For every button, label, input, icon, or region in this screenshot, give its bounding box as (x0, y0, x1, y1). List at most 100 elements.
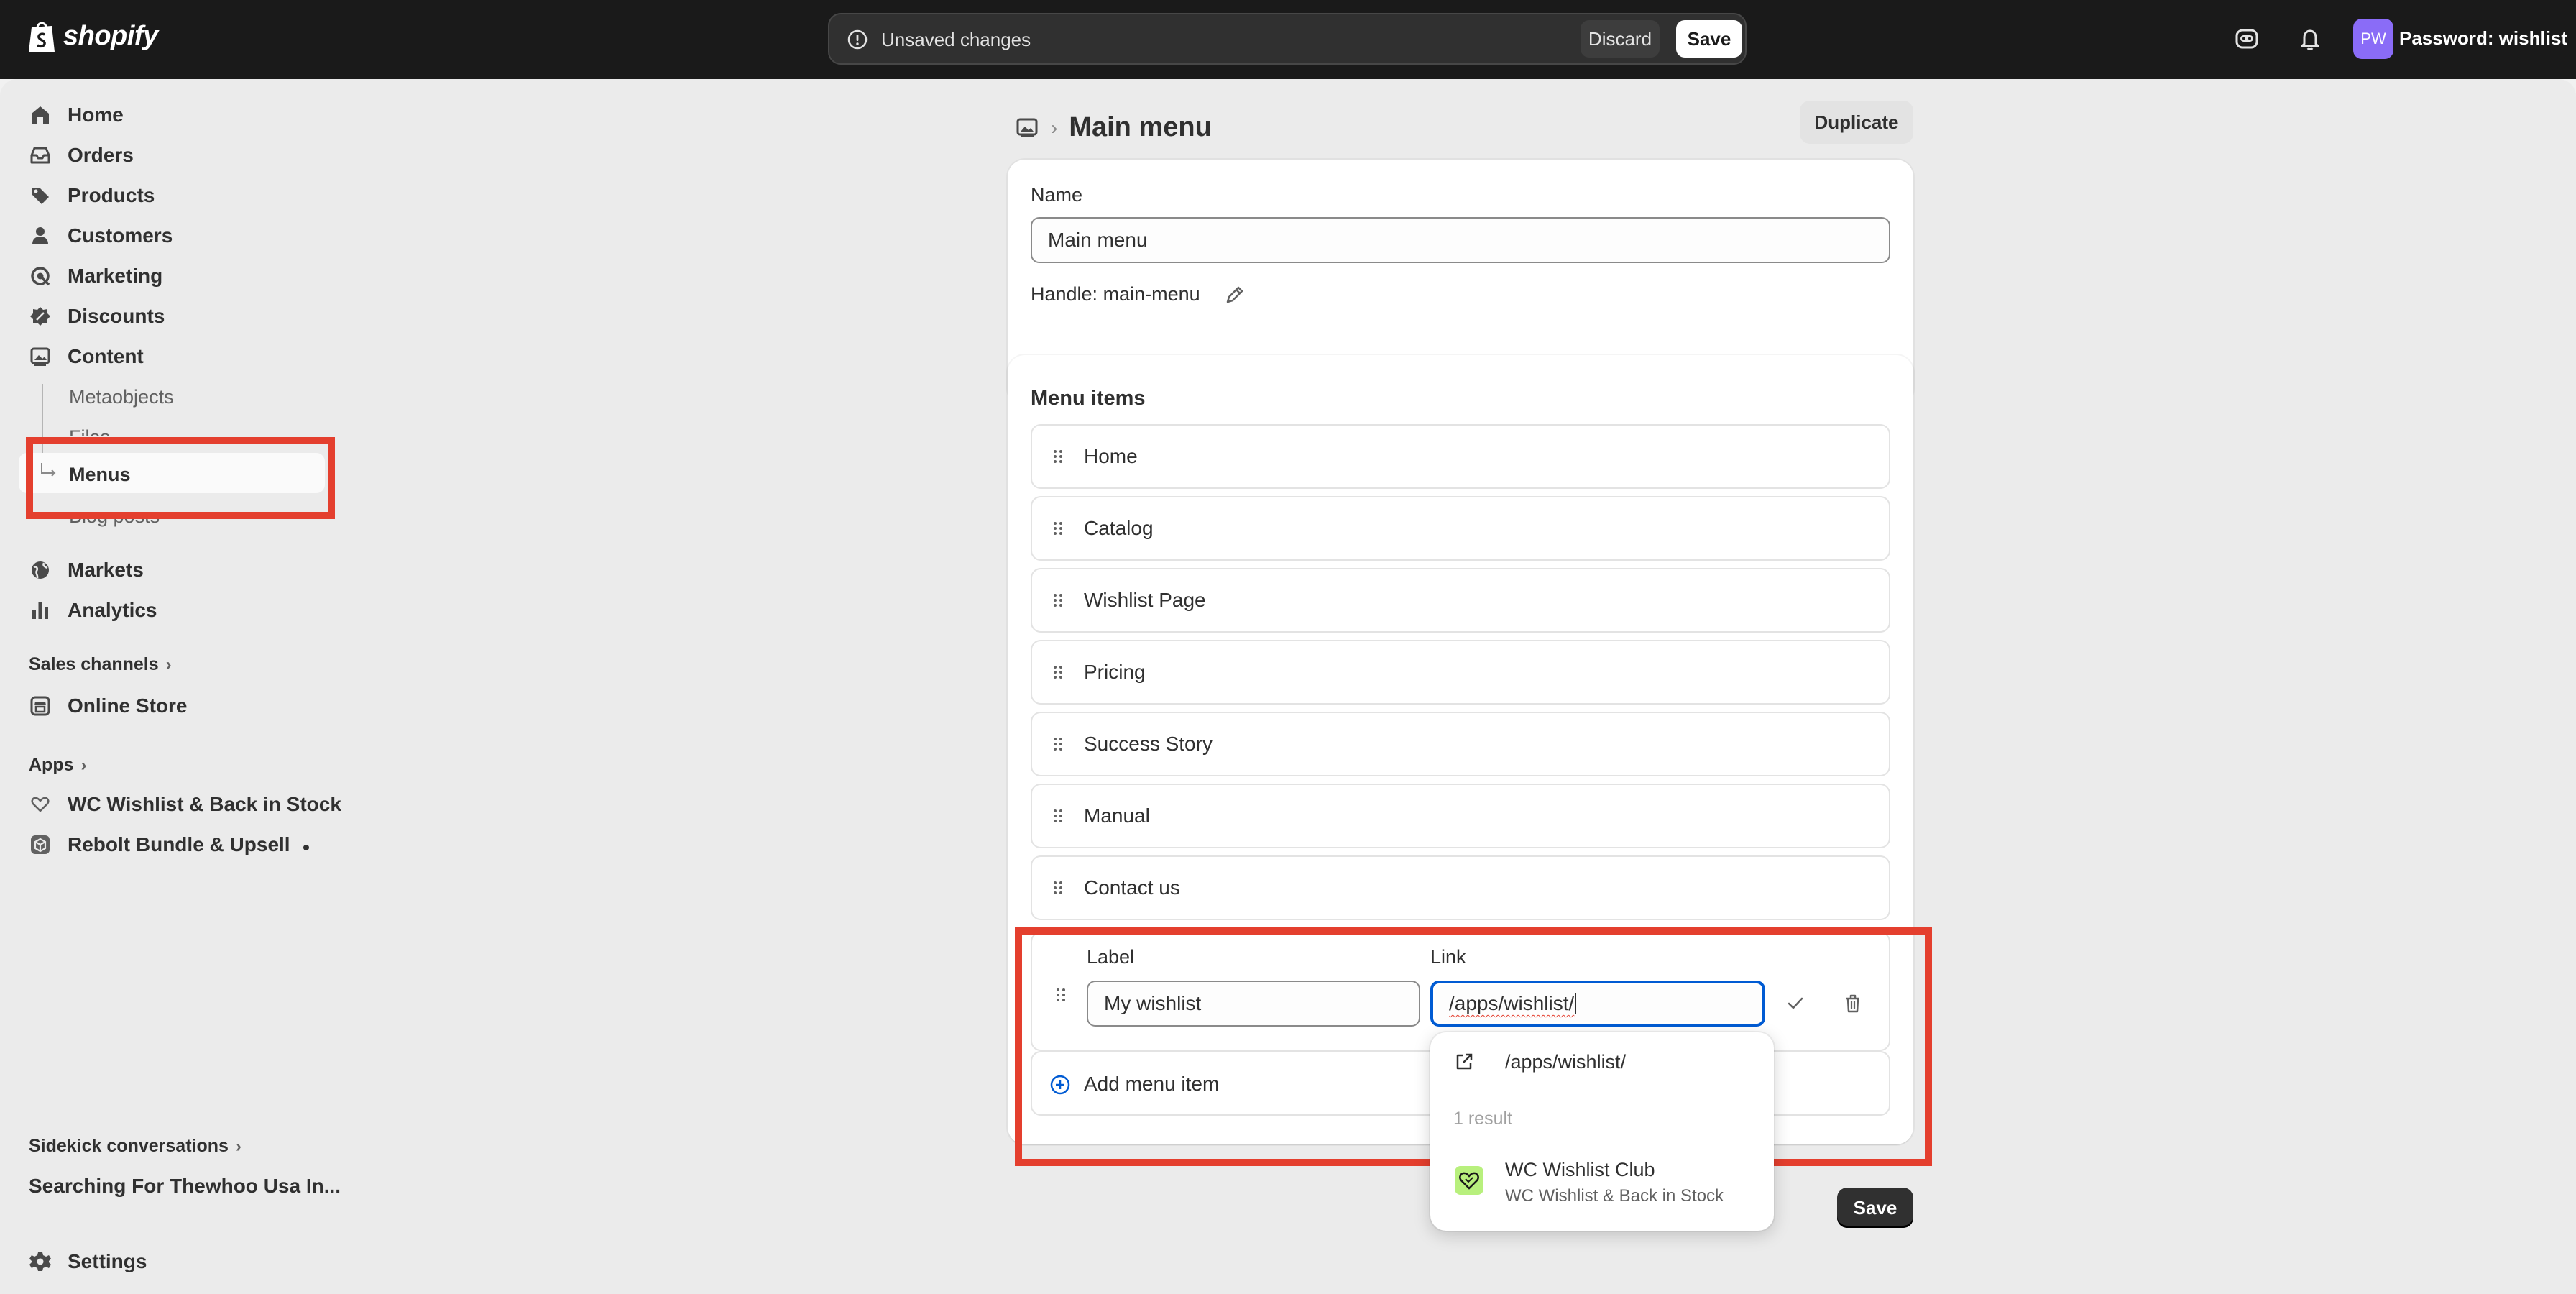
menu-item-label: Home (1084, 445, 1138, 467)
heart-icon (31, 795, 50, 814)
result-subtitle: WC Wishlist & Back in Stock (1505, 1186, 1724, 1206)
sidebar-item-label: Products (68, 184, 155, 206)
sidebar-item-label: Markets (68, 559, 144, 581)
sidebar-item-label: Home (68, 104, 124, 126)
apps-label: Apps (29, 755, 74, 775)
sidebar-app-label: WC Wishlist & Back in Stock (68, 793, 341, 815)
menu-content-icon[interactable] (1015, 116, 1039, 140)
top-bar: shopify Unsaved changes Discard Save PW … (0, 0, 2576, 79)
shopify-bag-icon (29, 22, 55, 52)
apps-heading[interactable]: Apps › (29, 755, 87, 776)
sidebar-item-label: Online Store (68, 694, 188, 717)
image-icon (30, 347, 50, 366)
sidebar-sub-metaobjects[interactable]: Metaobjects (69, 386, 174, 408)
menu-item-row[interactable]: Contact us (1031, 855, 1890, 920)
store-name[interactable]: Password: wishlist (2399, 27, 2567, 50)
bell-icon[interactable] (2296, 24, 2324, 53)
sidekick-conversations-heading[interactable]: Sidekick conversations › (29, 1136, 242, 1157)
menu-item-label: Success Story (1084, 733, 1213, 755)
home-icon (32, 106, 49, 124)
drag-handle-icon[interactable] (1051, 592, 1065, 609)
sidebar-app-label: Rebolt Bundle & Upsell (68, 833, 290, 855)
name-label: Name (1031, 184, 1083, 206)
sidebar-item-marketing[interactable]: Marketing (29, 258, 162, 294)
result-item-wc-wishlist-club[interactable]: WC Wishlist Club WC Wishlist & Back in S… (1435, 1150, 1770, 1222)
save-button[interactable]: Save (1676, 20, 1742, 58)
sidekick-icon[interactable] (2232, 24, 2261, 53)
sidekick-conversations-label: Sidekick conversations (29, 1136, 229, 1156)
result-title: WC Wishlist Club (1505, 1159, 1655, 1180)
sidebar-item-online-store[interactable]: Online Store (29, 688, 187, 724)
sidebar-item-label: Discounts (68, 305, 165, 327)
menu-item-label: Pricing (1084, 661, 1146, 683)
unsaved-changes-bar: Unsaved changes Discard Save (828, 13, 1747, 65)
drag-handle-icon[interactable] (1051, 735, 1065, 753)
duplicate-button[interactable]: Duplicate (1800, 101, 1913, 144)
sidebar-item-markets[interactable]: Markets (29, 552, 144, 588)
discard-button[interactable]: Discard (1581, 20, 1660, 58)
menu-item-row[interactable]: Manual (1031, 784, 1890, 848)
menu-item-row[interactable]: Catalog (1031, 496, 1890, 561)
heart-app-icon (1455, 1166, 1484, 1195)
menu-item-row[interactable]: Success Story (1031, 712, 1890, 776)
chevron-right-icon: › (80, 755, 87, 775)
sidebar-item-home[interactable]: Home (29, 97, 124, 133)
menu-item-label: Catalog (1084, 517, 1154, 539)
sidebar-item-products[interactable]: Products (29, 178, 155, 214)
sidebar-item-label: Settings (68, 1250, 147, 1272)
drag-handle-icon[interactable] (1051, 520, 1065, 537)
link-option-label: /apps/wishlist/ (1505, 1051, 1627, 1073)
link-suggestions-dropdown: /apps/wishlist/ 1 result WC Wishlist Clu… (1430, 1032, 1774, 1231)
menu-item-label: Wishlist Page (1084, 589, 1206, 611)
person-icon (32, 227, 48, 244)
store-icon (30, 696, 50, 716)
sidebar-app-wc-wishlist[interactable]: WC Wishlist & Back in Stock (29, 793, 341, 816)
sidebar-item-analytics[interactable]: Analytics (29, 592, 157, 628)
external-link-icon (1456, 1053, 1473, 1070)
discount-icon (30, 307, 50, 326)
globe-icon (32, 561, 49, 579)
highlight-box-menus (26, 437, 335, 519)
chevron-right-icon: › (165, 654, 172, 674)
sidekick-conversation-item[interactable]: Searching For Thewhoo Usa In... (29, 1175, 341, 1198)
sidebar-item-content[interactable]: Content (29, 339, 144, 375)
menu-items-heading: Menu items (1031, 387, 1146, 410)
sales-channels-label: Sales channels (29, 654, 159, 674)
name-input[interactable]: Main menu (1031, 217, 1890, 263)
notification-dot (303, 845, 309, 850)
sidebar-item-discounts[interactable]: Discounts (29, 298, 165, 334)
drag-handle-icon[interactable] (1051, 664, 1065, 681)
target-icon (31, 267, 50, 286)
gear-icon (29, 1252, 51, 1271)
menu-item-label: Manual (1084, 804, 1150, 827)
menu-item-row[interactable]: Pricing (1031, 640, 1890, 705)
tag-icon (32, 188, 49, 204)
sidebar-item-label: Content (68, 345, 144, 367)
avatar[interactable]: PW (2353, 19, 2393, 59)
drag-handle-icon[interactable] (1051, 807, 1065, 825)
menu-item-label: Contact us (1084, 876, 1180, 899)
menu-item-row[interactable]: Wishlist Page (1031, 568, 1890, 633)
drag-handle-icon[interactable] (1051, 448, 1065, 465)
breadcrumb: › Main menu (1015, 112, 1212, 143)
drag-handle-icon[interactable] (1051, 879, 1065, 896)
save-bottom-button[interactable]: Save (1837, 1188, 1913, 1228)
sidebar: Home Orders Products Customers Marketing… (0, 79, 345, 1294)
chevron-right-icon: › (235, 1136, 242, 1156)
alert-circle-icon (847, 29, 868, 50)
pencil-icon[interactable] (1223, 283, 1246, 306)
sidebar-item-orders[interactable]: Orders (29, 137, 134, 173)
shopify-logo[interactable]: shopify (27, 19, 158, 53)
sales-channels-heading[interactable]: Sales channels › (29, 654, 172, 675)
sidebar-item-label: Orders (68, 144, 134, 166)
sidebar-app-rebolt[interactable]: Rebolt Bundle & Upsell (29, 833, 290, 856)
brand-name: shopify (63, 20, 158, 51)
box-icon (31, 835, 50, 854)
sidebar-item-settings[interactable]: Settings (29, 1244, 147, 1280)
breadcrumb-chevron-icon: › (1051, 116, 1058, 139)
sidebar-item-label: Marketing (68, 265, 163, 287)
menu-item-row[interactable]: Home (1031, 424, 1890, 489)
sidebar-item-customers[interactable]: Customers (29, 218, 172, 254)
unsaved-message: Unsaved changes (881, 29, 1031, 50)
link-option-row[interactable]: /apps/wishlist/ (1435, 1037, 1770, 1086)
